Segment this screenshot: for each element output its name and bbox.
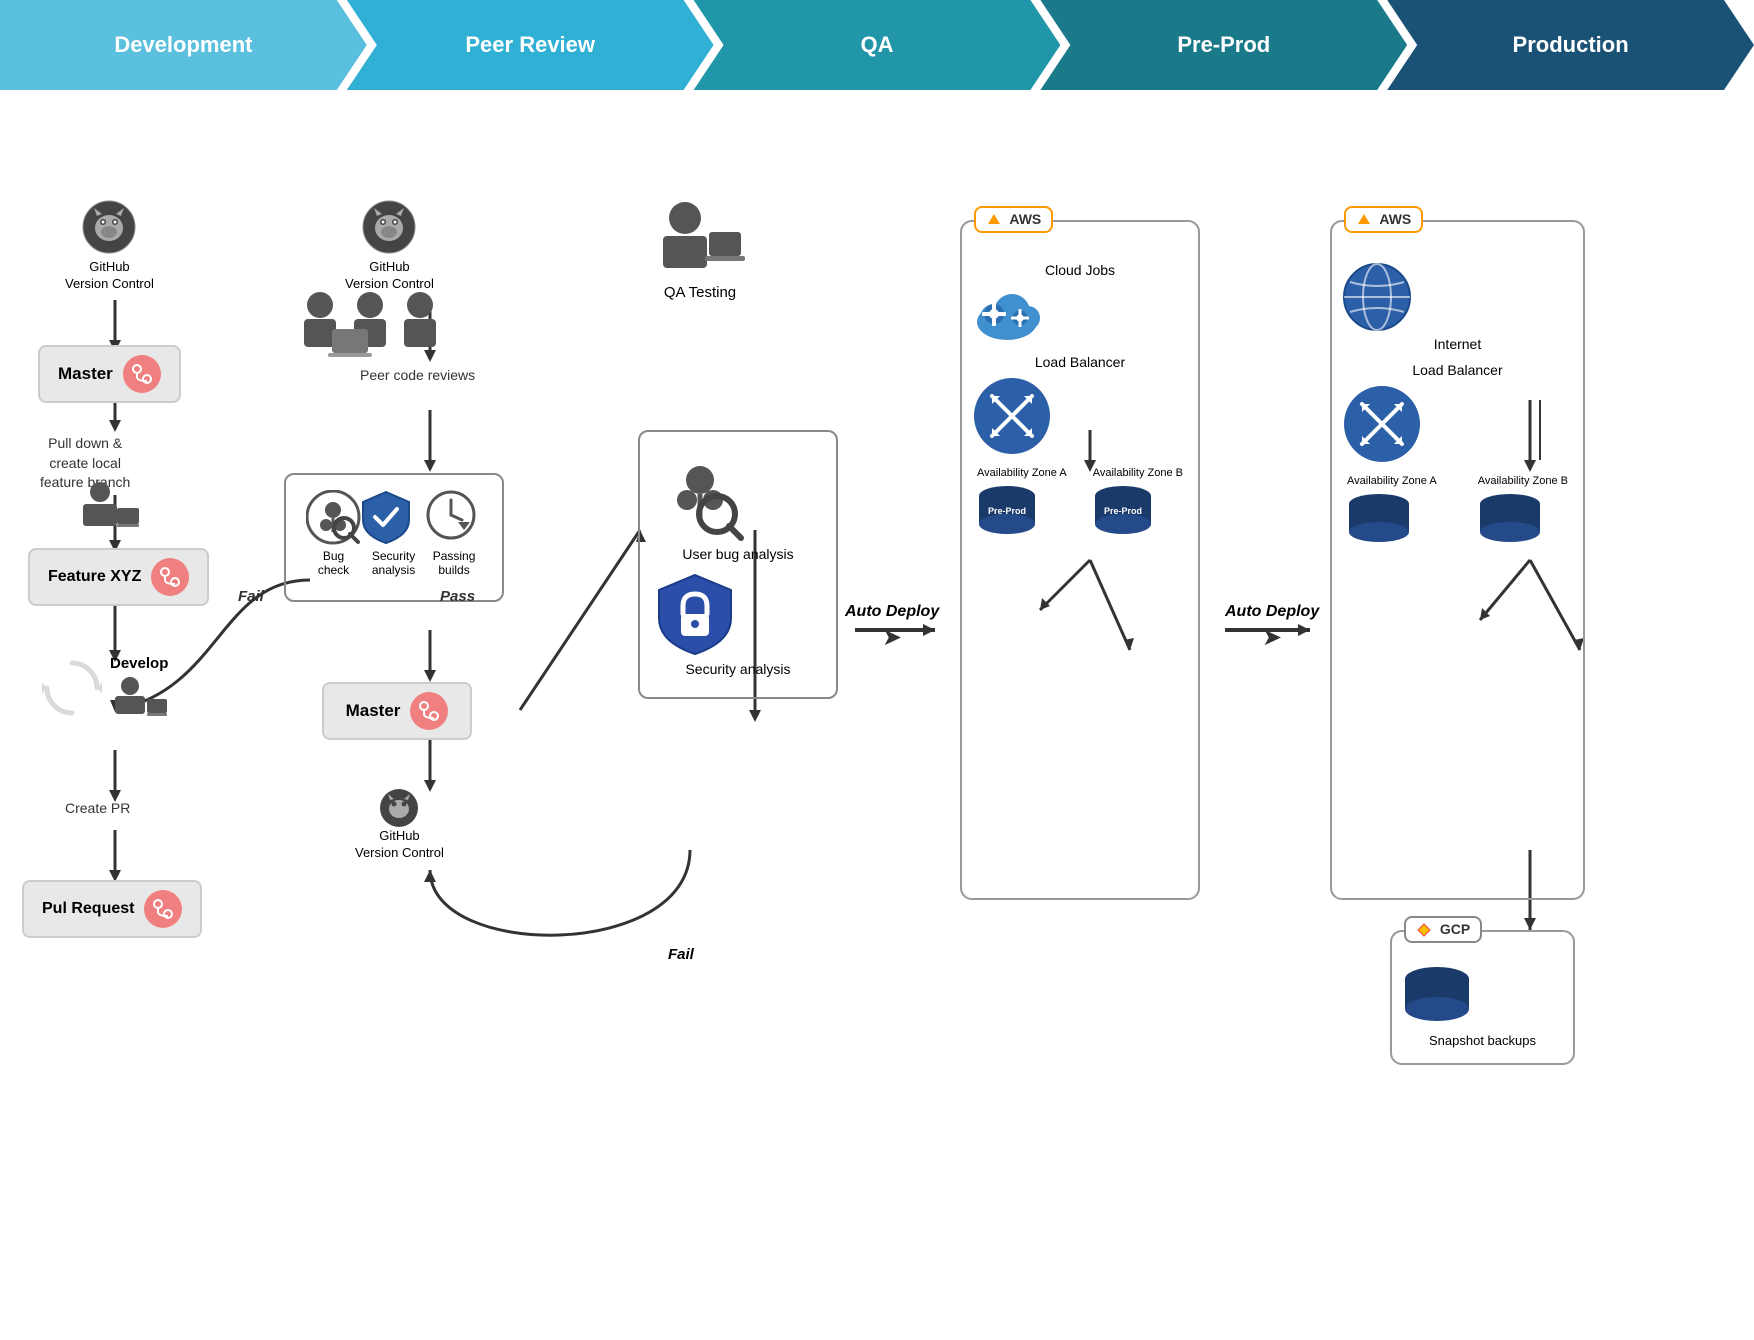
preprod-auto-deploy-text: Auto Deploy <box>1225 602 1319 623</box>
dev-feature-box: Feature XYZ <box>28 548 209 606</box>
preprod-avail-a: Availability Zone A <box>977 466 1067 480</box>
peer-master-merge-icon <box>410 692 448 730</box>
qa-fail-label: Fail <box>668 946 694 963</box>
peer-review-box: Bug check Security analysis <box>284 468 504 607</box>
github-icon <box>82 200 137 255</box>
peer-bug-check-label: Bug check <box>306 549 361 577</box>
dev-pull-request-box: Pul Request <box>22 880 202 938</box>
stage-qa: QA <box>694 0 1061 90</box>
prod-aws-badge: AWS <box>1344 206 1423 233</box>
preprod-auto-deploy: Auto Deploy ➤ <box>1225 602 1319 652</box>
svg-text:Pre-Prod: Pre-Prod <box>1104 506 1142 516</box>
peer-security-label: Security analysis <box>361 549 426 577</box>
peer-github2-label: GitHubVersion Control <box>355 828 444 862</box>
gcp-badge: GCP <box>1404 916 1482 943</box>
pipeline-header: Development Peer Review QA Pre-Prod Prod… <box>0 0 1754 90</box>
prod-snapshot-label: Snapshot backups <box>1402 1033 1563 1048</box>
prod-internet: Internet <box>1342 262 1573 352</box>
preprod-aws-box: AWS Cloud Jobs <box>960 220 1200 900</box>
dev-github: GitHubVersion Control <box>65 200 154 293</box>
prod-zone-a: Availability Zone A <box>1347 474 1437 547</box>
prod-lb-label: Load Balancer <box>1342 362 1573 378</box>
qa-user-bug-item: User bug analysis <box>655 452 821 562</box>
peer-github-icon <box>362 200 417 255</box>
peer-reviewers-icon <box>290 285 450 365</box>
dev-pull-request-merge-icon <box>144 890 182 928</box>
stage-preprod-label: Pre-Prod <box>1177 32 1270 58</box>
stage-dev-label: Development <box>114 32 252 58</box>
qa-content-box: User bug analysis Security analysis <box>638 430 838 699</box>
cloud-jobs: Cloud Jobs <box>972 262 1188 344</box>
dev-develop-section: Develop <box>42 655 170 721</box>
qa-fail-text: Fail <box>668 946 694 963</box>
peer-code-reviews-label: Peer code reviews <box>360 362 475 390</box>
stage-preprod: Pre-Prod <box>1040 0 1407 90</box>
svg-text:Pre-Prod: Pre-Prod <box>988 506 1026 516</box>
qa-auto-deploy: Auto Deploy ➤ <box>845 602 939 652</box>
prod-aws-box: AWS Internet Load Balancer <box>1330 220 1585 900</box>
dev-feature-merge-icon <box>151 558 189 596</box>
preprod-zone-b: Availability Zone B Pre-Prod <box>1093 466 1183 539</box>
stage-qa-label: QA <box>860 32 893 58</box>
peer-pass-text: Pass <box>440 588 475 605</box>
stage-development: Development <box>0 0 367 90</box>
qa-person: QA Testing <box>655 200 745 301</box>
diagram: GitHubVersion Control Master Pull down &… <box>0 90 1754 1340</box>
preprod-cloud-jobs-label: Cloud Jobs <box>972 262 1188 278</box>
peer-code-label-text: Peer code reviews <box>360 366 475 386</box>
security-analysis-item: Security analysis <box>361 490 426 577</box>
preprod-zone-a: Availability Zone A Pre-Prod <box>977 466 1067 539</box>
stage-peer-label: Peer Review <box>465 32 595 58</box>
peer-pass-label: Pass <box>440 588 475 605</box>
prod-aws-label: AWS <box>1379 211 1411 227</box>
peer-passing-label: Passing builds <box>426 549 482 577</box>
peer-github: GitHubVersion Control <box>345 200 434 293</box>
gcp-box: GCP Snapshot backups <box>1390 930 1575 1065</box>
dev-github-label: GitHubVersion Control <box>65 259 154 293</box>
passing-builds-item: Passing builds <box>426 490 482 577</box>
preprod-avail-b: Availability Zone B <box>1093 466 1183 480</box>
gcp-snapshot: Snapshot backups <box>1402 960 1563 1048</box>
preprod-load-balancer: Load Balancer <box>972 354 1188 456</box>
peer-github2: GitHubVersion Control <box>355 788 444 862</box>
prod-avail-b: Availability Zone B <box>1478 474 1568 488</box>
peer-fail-text: Fail <box>238 588 264 605</box>
dev-master-label: Master <box>58 364 113 384</box>
prod-zones: Availability Zone A Availability Zone B <box>1342 474 1573 547</box>
preprod-aws-label: AWS <box>1009 211 1041 227</box>
stage-prod-label: Production <box>1513 32 1629 58</box>
preprod-zones: Availability Zone A Pre-Prod Availabilit… <box>972 466 1188 539</box>
dev-person-icon <box>75 480 145 535</box>
peer-fail-label: Fail <box>238 588 264 605</box>
dev-feature-label: Feature XYZ <box>48 568 141 586</box>
prod-load-balancer: Load Balancer <box>1342 362 1573 464</box>
qa-auto-deploy-text: Auto Deploy <box>845 602 939 623</box>
peer-master-label: Master <box>346 701 401 721</box>
dev-master-box: Master <box>38 345 181 403</box>
dev-pull-request-label: Pul Request <box>42 900 134 918</box>
dev-develop-label: Develop <box>110 655 170 672</box>
peer-master-box: Master <box>322 682 472 740</box>
preprod-aws-badge: AWS <box>974 206 1053 233</box>
preprod-lb-label: Load Balancer <box>972 354 1188 370</box>
qa-security-label: Security analysis <box>655 661 821 677</box>
gcp-label: GCP <box>1440 921 1470 937</box>
qa-security-item: Security analysis <box>655 572 821 677</box>
dev-create-pr-label: Create PR <box>65 795 130 823</box>
prod-avail-a: Availability Zone A <box>1347 474 1437 488</box>
prod-zone-b: Availability Zone B <box>1478 474 1568 547</box>
prod-internet-label: Internet <box>1342 336 1573 352</box>
stage-peer-review: Peer Review <box>347 0 714 90</box>
qa-user-bug-label: User bug analysis <box>655 546 821 562</box>
stage-prod: Production <box>1387 0 1754 90</box>
dev-master-merge-icon <box>123 355 161 393</box>
bug-check-item: Bug check <box>306 490 361 577</box>
dev-create-pr-text: Create PR <box>65 799 130 819</box>
qa-testing-label: QA Testing <box>664 284 736 301</box>
